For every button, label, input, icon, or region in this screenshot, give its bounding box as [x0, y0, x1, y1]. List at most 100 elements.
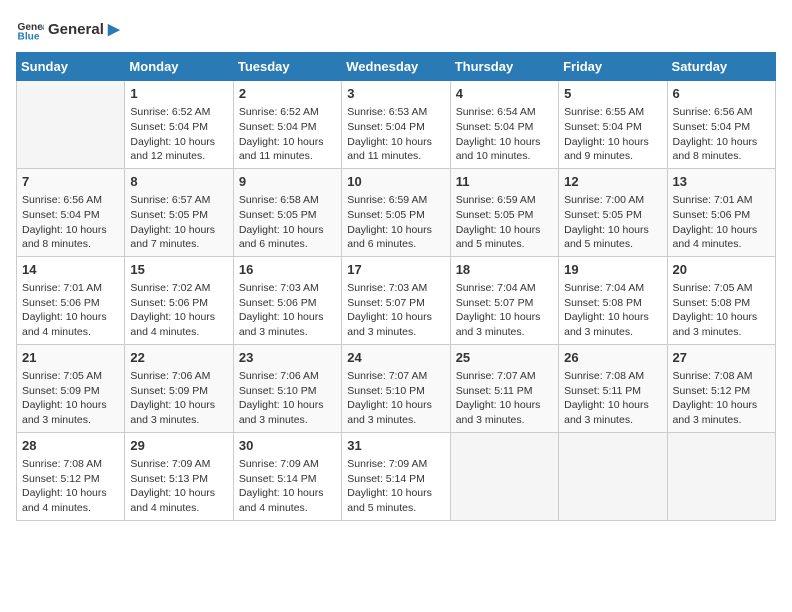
calendar-cell: 9 Sunrise: 6:58 AM Sunset: 5:05 PM Daylig… [233, 168, 341, 256]
calendar-cell: 27 Sunrise: 7:08 AM Sunset: 5:12 PM Dayli… [667, 344, 775, 432]
weekday-header-friday: Friday [559, 53, 667, 81]
calendar-cell: 1 Sunrise: 6:52 AM Sunset: 5:04 PM Daylig… [125, 81, 233, 169]
calendar-cell: 16Sunrise: 7:03 AM Sunset: 5:06 PM Dayli… [233, 256, 341, 344]
day-number: 15 [130, 261, 227, 279]
calendar-cell: 21Sunrise: 7:05 AM Sunset: 5:09 PM Dayli… [17, 344, 125, 432]
calendar-week-row: 21Sunrise: 7:05 AM Sunset: 5:09 PM Dayli… [17, 344, 776, 432]
svg-text:Blue: Blue [18, 31, 40, 42]
day-info: Sunrise: 7:00 AM Sunset: 5:05 PM Dayligh… [564, 193, 661, 252]
calendar-cell: 29Sunrise: 7:09 AM Sunset: 5:13 PM Dayli… [125, 432, 233, 520]
day-info: Sunrise: 7:01 AM Sunset: 5:06 PM Dayligh… [673, 193, 770, 252]
day-info: Sunrise: 7:08 AM Sunset: 5:12 PM Dayligh… [673, 369, 770, 428]
day-number: 25 [456, 349, 553, 367]
day-number: 19 [564, 261, 661, 279]
calendar-cell: 5 Sunrise: 6:55 AM Sunset: 5:04 PM Daylig… [559, 81, 667, 169]
day-number: 22 [130, 349, 227, 367]
weekday-header-saturday: Saturday [667, 53, 775, 81]
day-number: 11 [456, 173, 553, 191]
day-info: Sunrise: 6:56 AM Sunset: 5:04 PM Dayligh… [22, 193, 119, 252]
calendar-cell [450, 432, 558, 520]
day-info: Sunrise: 7:02 AM Sunset: 5:06 PM Dayligh… [130, 281, 227, 340]
day-info: Sunrise: 6:57 AM Sunset: 5:05 PM Dayligh… [130, 193, 227, 252]
calendar-cell: 11 Sunrise: 6:59 AM Sunset: 5:05 PM Dayli… [450, 168, 558, 256]
day-info: Sunrise: 7:08 AM Sunset: 5:12 PM Dayligh… [22, 457, 119, 516]
day-number: 9 [239, 173, 336, 191]
weekday-header-sunday: Sunday [17, 53, 125, 81]
calendar-cell: 7Sunrise: 6:56 AM Sunset: 5:04 PM Daylig… [17, 168, 125, 256]
day-number: 2 [239, 85, 336, 103]
calendar-cell: 10 Sunrise: 6:59 AM Sunset: 5:05 PM Dayli… [342, 168, 450, 256]
calendar-week-row: 7Sunrise: 6:56 AM Sunset: 5:04 PM Daylig… [17, 168, 776, 256]
calendar-cell: 4Sunrise: 6:54 AM Sunset: 5:04 PM Daylig… [450, 81, 558, 169]
day-number: 24 [347, 349, 444, 367]
day-info: Sunrise: 7:09 AM Sunset: 5:14 PM Dayligh… [239, 457, 336, 516]
day-number: 8 [130, 173, 227, 191]
weekday-header-wednesday: Wednesday [342, 53, 450, 81]
day-info: Sunrise: 6:59 AM Sunset: 5:05 PM Dayligh… [347, 193, 444, 252]
day-info: Sunrise: 7:07 AM Sunset: 5:10 PM Dayligh… [347, 369, 444, 428]
calendar-cell: 22 Sunrise: 7:06 AM Sunset: 5:09 PM Dayli… [125, 344, 233, 432]
day-number: 27 [673, 349, 770, 367]
calendar-cell [17, 81, 125, 169]
day-number: 3 [347, 85, 444, 103]
calendar-cell: 26Sunrise: 7:08 AM Sunset: 5:11 PM Dayli… [559, 344, 667, 432]
day-number: 31 [347, 437, 444, 455]
day-info: Sunrise: 7:04 AM Sunset: 5:07 PM Dayligh… [456, 281, 553, 340]
calendar-cell: 2 Sunrise: 6:52 AM Sunset: 5:04 PM Daylig… [233, 81, 341, 169]
calendar-week-row: 28 Sunrise: 7:08 AM Sunset: 5:12 PM Dayli… [17, 432, 776, 520]
day-number: 21 [22, 349, 119, 367]
calendar-cell: 31 Sunrise: 7:09 AM Sunset: 5:14 PM Dayli… [342, 432, 450, 520]
day-number: 23 [239, 349, 336, 367]
day-number: 28 [22, 437, 119, 455]
calendar-cell: 19 Sunrise: 7:04 AM Sunset: 5:08 PM Dayli… [559, 256, 667, 344]
day-info: Sunrise: 7:06 AM Sunset: 5:10 PM Dayligh… [239, 369, 336, 428]
day-info: Sunrise: 7:01 AM Sunset: 5:06 PM Dayligh… [22, 281, 119, 340]
calendar-cell: 25 Sunrise: 7:07 AM Sunset: 5:11 PM Dayli… [450, 344, 558, 432]
calendar-cell: 20Sunrise: 7:05 AM Sunset: 5:08 PM Dayli… [667, 256, 775, 344]
calendar-cell: 18 Sunrise: 7:04 AM Sunset: 5:07 PM Dayli… [450, 256, 558, 344]
logo-line1: General ▶ [48, 21, 120, 39]
calendar-cell: 30 Sunrise: 7:09 AM Sunset: 5:14 PM Dayli… [233, 432, 341, 520]
day-info: Sunrise: 7:09 AM Sunset: 5:14 PM Dayligh… [347, 457, 444, 516]
calendar-cell [667, 432, 775, 520]
day-number: 30 [239, 437, 336, 455]
calendar-week-row: 1 Sunrise: 6:52 AM Sunset: 5:04 PM Daylig… [17, 81, 776, 169]
day-number: 1 [130, 85, 227, 103]
calendar-cell [559, 432, 667, 520]
day-info: Sunrise: 6:56 AM Sunset: 5:04 PM Dayligh… [673, 105, 770, 164]
day-info: Sunrise: 7:03 AM Sunset: 5:06 PM Dayligh… [239, 281, 336, 340]
day-number: 17 [347, 261, 444, 279]
day-info: Sunrise: 7:04 AM Sunset: 5:08 PM Dayligh… [564, 281, 661, 340]
calendar-cell: 8 Sunrise: 6:57 AM Sunset: 5:05 PM Daylig… [125, 168, 233, 256]
day-info: Sunrise: 6:53 AM Sunset: 5:04 PM Dayligh… [347, 105, 444, 164]
calendar-cell: 23 Sunrise: 7:06 AM Sunset: 5:10 PM Dayli… [233, 344, 341, 432]
calendar-cell: 13Sunrise: 7:01 AM Sunset: 5:06 PM Dayli… [667, 168, 775, 256]
day-number: 12 [564, 173, 661, 191]
day-info: Sunrise: 6:55 AM Sunset: 5:04 PM Dayligh… [564, 105, 661, 164]
day-info: Sunrise: 7:08 AM Sunset: 5:11 PM Dayligh… [564, 369, 661, 428]
day-info: Sunrise: 7:03 AM Sunset: 5:07 PM Dayligh… [347, 281, 444, 340]
weekday-header-tuesday: Tuesday [233, 53, 341, 81]
day-number: 18 [456, 261, 553, 279]
day-info: Sunrise: 6:52 AM Sunset: 5:04 PM Dayligh… [239, 105, 336, 164]
day-info: Sunrise: 6:59 AM Sunset: 5:05 PM Dayligh… [456, 193, 553, 252]
calendar-cell: 3 Sunrise: 6:53 AM Sunset: 5:04 PM Daylig… [342, 81, 450, 169]
calendar-cell: 28 Sunrise: 7:08 AM Sunset: 5:12 PM Dayli… [17, 432, 125, 520]
day-info: Sunrise: 6:54 AM Sunset: 5:04 PM Dayligh… [456, 105, 553, 164]
day-info: Sunrise: 6:58 AM Sunset: 5:05 PM Dayligh… [239, 193, 336, 252]
calendar-cell: 15 Sunrise: 7:02 AM Sunset: 5:06 PM Dayli… [125, 256, 233, 344]
day-number: 6 [673, 85, 770, 103]
day-info: Sunrise: 7:06 AM Sunset: 5:09 PM Dayligh… [130, 369, 227, 428]
calendar-body: 1 Sunrise: 6:52 AM Sunset: 5:04 PM Daylig… [17, 81, 776, 521]
calendar-cell: 12 Sunrise: 7:00 AM Sunset: 5:05 PM Dayli… [559, 168, 667, 256]
calendar-cell: 17 Sunrise: 7:03 AM Sunset: 5:07 PM Dayli… [342, 256, 450, 344]
calendar-table: SundayMondayTuesdayWednesdayThursdayFrid… [16, 52, 776, 521]
day-number: 5 [564, 85, 661, 103]
day-number: 10 [347, 173, 444, 191]
calendar-cell: 6 Sunrise: 6:56 AM Sunset: 5:04 PM Daylig… [667, 81, 775, 169]
weekday-header-monday: Monday [125, 53, 233, 81]
calendar-cell: 14Sunrise: 7:01 AM Sunset: 5:06 PM Dayli… [17, 256, 125, 344]
day-info: Sunrise: 6:52 AM Sunset: 5:04 PM Dayligh… [130, 105, 227, 164]
day-info: Sunrise: 7:07 AM Sunset: 5:11 PM Dayligh… [456, 369, 553, 428]
day-info: Sunrise: 7:05 AM Sunset: 5:08 PM Dayligh… [673, 281, 770, 340]
